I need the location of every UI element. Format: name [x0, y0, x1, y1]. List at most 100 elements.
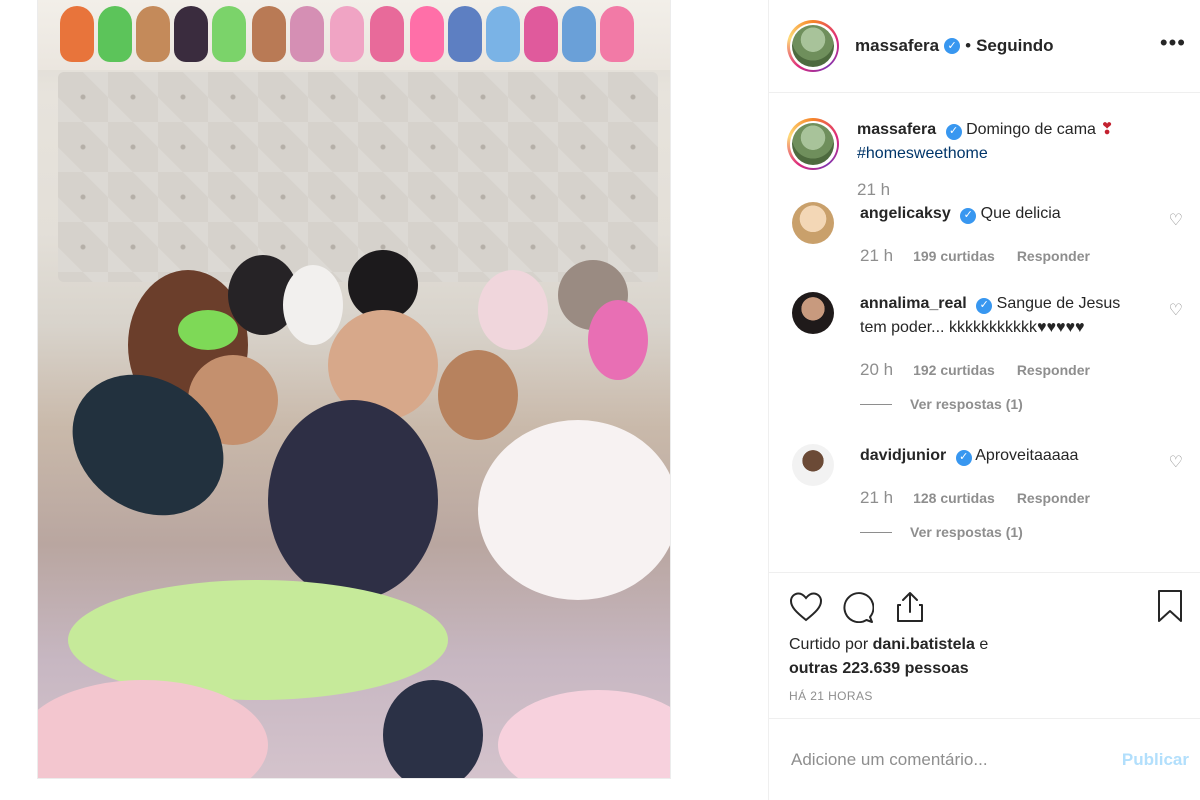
post-image-area [0, 0, 768, 800]
comment-time[interactable]: 21 h [860, 486, 893, 510]
view-replies-button[interactable]: Ver respostas (1) [860, 520, 1150, 544]
photo-plush [290, 6, 324, 62]
caption-avatar[interactable] [787, 118, 839, 170]
heart-icon[interactable] [789, 590, 823, 624]
verified-badge-icon: ✓ [945, 123, 962, 140]
comment-text: Aproveitaaaaa [975, 447, 1079, 464]
photo-toy-shelf [38, 0, 670, 70]
photo-blanket [498, 690, 670, 778]
view-replies-label: Ver respostas (1) [910, 524, 1023, 540]
commenter-avatar[interactable] [792, 202, 834, 244]
post-header: massafera ✓ • Seguindo ••• [769, 0, 1200, 93]
heart-exclamation-emoji: ❣ [1100, 121, 1114, 138]
bookmark-icon[interactable] [1157, 590, 1183, 627]
avatar-image [792, 25, 834, 67]
publish-button[interactable]: Publicar [1122, 750, 1189, 770]
comment-icon[interactable] [841, 590, 875, 624]
author-username[interactable]: massafera [855, 36, 939, 56]
photo-plush [588, 300, 648, 380]
comment-body: angelicaksy ✓ Que delicia 21 h 199 curti… [860, 202, 1150, 268]
comment-body: davidjunior ✓ Aproveitaaaaa 21 h 128 cur… [860, 444, 1150, 544]
avatar-border [789, 22, 837, 70]
author-avatar[interactable] [787, 20, 839, 72]
like-comment-icon[interactable]: ♡ [1169, 300, 1183, 320]
replies-line [860, 531, 892, 533]
header-user: massafera ✓ • Seguindo [855, 36, 1054, 56]
comment-username[interactable]: annalima_real [860, 295, 967, 312]
replies-line [860, 403, 892, 405]
photo-plush [562, 6, 596, 62]
comment-time[interactable]: 21 h [860, 244, 893, 268]
avatar-border [789, 120, 837, 168]
comment-meta: 21 h 199 curtidas Responder [860, 244, 1150, 268]
liked-by-prefix: Curtido por [789, 636, 869, 653]
photo-plush [600, 6, 634, 62]
comment-likes[interactable]: 128 curtidas [913, 486, 995, 510]
comment-meta: 20 h 192 curtidas Responder [860, 358, 1150, 382]
add-comment-bar: Publicar [769, 718, 1200, 800]
caption-hashtag[interactable]: #homesweethome [857, 145, 988, 162]
photo-plush [370, 6, 404, 62]
liked-by-middle: e [979, 636, 989, 653]
photo-plush [98, 6, 132, 62]
photo-plush [478, 420, 670, 600]
verified-badge-icon: ✓ [944, 38, 961, 54]
avatar-image [792, 123, 834, 165]
comment-likes[interactable]: 192 curtidas [913, 358, 995, 382]
photo-plush [330, 6, 364, 62]
comment-time[interactable]: 20 h [860, 358, 893, 382]
photo-person [438, 350, 518, 440]
post-actions: Curtido por dani.batistela e outras 223.… [769, 572, 1200, 703]
verified-badge-icon: ✓ [960, 207, 977, 224]
photo-plush [174, 6, 208, 62]
photo-plush [486, 6, 520, 62]
liked-by-summary: Curtido por dani.batistela e outras 223.… [789, 633, 1183, 681]
comment-body: annalima_real ✓ Sangue de Jesus tem pode… [860, 292, 1150, 416]
reply-button[interactable]: Responder [1017, 244, 1090, 268]
photo-headboard [58, 72, 658, 282]
like-comment-icon[interactable]: ♡ [1169, 210, 1183, 230]
comment-input[interactable] [791, 749, 1091, 770]
photo-plush [60, 6, 94, 62]
reply-button[interactable]: Responder [1017, 486, 1090, 510]
photo-person [268, 400, 438, 600]
comment-username[interactable]: davidjunior [860, 447, 946, 464]
post-caption: massafera ✓ Domingo de cama ❣ #homesweet… [787, 118, 1183, 170]
post-timestamp[interactable]: HÁ 21 HORAS [789, 689, 1183, 703]
comment-item: annalima_real ✓ Sangue de Jesus tem pode… [787, 292, 1183, 416]
photo-plush [410, 6, 444, 62]
following-button[interactable]: Seguindo [976, 36, 1053, 56]
comments-list[interactable]: massafera ✓ Domingo de cama ❣ #homesweet… [769, 94, 1200, 571]
verified-badge-icon: ✓ [976, 297, 993, 314]
reply-button[interactable]: Responder [1017, 358, 1090, 382]
caption-text: Domingo de cama [966, 121, 1096, 138]
liked-by-others[interactable]: outras 223.639 pessoas [789, 660, 969, 677]
comment-likes[interactable]: 199 curtidas [913, 244, 995, 268]
comment-username[interactable]: angelicaksy [860, 205, 951, 222]
comment-item: angelicaksy ✓ Que delicia 21 h 199 curti… [787, 202, 1183, 268]
photo-plush [283, 265, 343, 345]
post-side-panel: massafera ✓ • Seguindo ••• massafera ✓ D… [768, 0, 1200, 800]
caption-time[interactable]: 21 h [857, 180, 890, 200]
commenter-avatar[interactable] [792, 444, 834, 486]
view-replies-label: Ver respostas (1) [910, 396, 1023, 412]
like-comment-icon[interactable]: ♡ [1169, 452, 1183, 472]
caption-body: massafera ✓ Domingo de cama ❣ #homesweet… [857, 118, 1147, 170]
photo-plush [448, 6, 482, 62]
photo-plush [212, 6, 246, 62]
comment-item: davidjunior ✓ Aproveitaaaaa 21 h 128 cur… [787, 444, 1183, 544]
caption-meta: 21 h [857, 180, 1183, 200]
liked-by-user[interactable]: dani.batistela [873, 636, 975, 653]
action-icons [789, 587, 1183, 627]
post-photo[interactable] [38, 0, 670, 778]
more-options-icon[interactable]: ••• [1160, 30, 1186, 56]
comment-text: Que delicia [980, 205, 1061, 222]
caption-username[interactable]: massafera [857, 121, 936, 138]
header-separator: • [965, 36, 972, 55]
view-replies-button[interactable]: Ver respostas (1) [860, 392, 1150, 416]
share-icon[interactable] [893, 590, 927, 624]
photo-plush [178, 310, 238, 350]
commenter-avatar[interactable] [792, 292, 834, 334]
photo-plush [136, 6, 170, 62]
verified-badge-icon: ✓ [955, 449, 972, 466]
